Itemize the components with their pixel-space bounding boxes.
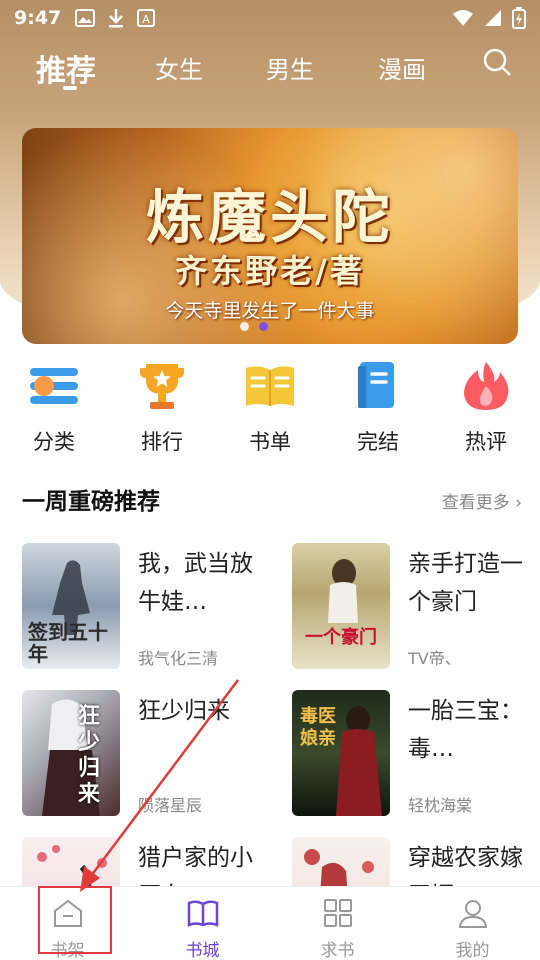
cover-figure-icon (304, 849, 374, 887)
shortcut-label: 排行 (141, 430, 183, 454)
finished-book-icon (358, 362, 394, 408)
nav-request-book[interactable]: 求书 (270, 887, 405, 960)
banner-author: 齐东野老/著 (175, 252, 365, 290)
book-list-icon (246, 366, 294, 406)
book-card[interactable]: 一个豪门 亲手打造一个豪门 TV帝、 (292, 543, 540, 671)
cover-text: 毒医娘亲 (300, 706, 336, 749)
trophy-icon (140, 364, 184, 409)
tab-male[interactable]: 男生 (266, 50, 314, 85)
shortcut-book-list[interactable]: 书单 (220, 360, 320, 456)
shortcut-ranking[interactable]: 排行 (112, 360, 212, 456)
nav-label: 书城 (185, 941, 220, 960)
cover-text: 一个豪门 (305, 627, 377, 648)
nav-label: 求书 (320, 941, 355, 960)
shortcut-finished[interactable]: 完结 (328, 360, 428, 456)
shortcut-label: 热评 (465, 430, 507, 454)
tab-female[interactable]: 女生 (155, 50, 203, 85)
book-card[interactable]: 猎户家的小厨女 (22, 837, 270, 887)
search-icon[interactable] (482, 47, 512, 77)
cover-text: 签到五十年 (28, 620, 108, 666)
cover-figure-icon (328, 559, 358, 623)
book-title: 一胎三宝：毒… (408, 698, 523, 762)
cover-figure-icon (37, 845, 107, 887)
banner-subtitle: 今天寺里发生了一件大事 (165, 300, 375, 322)
book-author: 陨落星辰 (138, 796, 203, 815)
book-cover (292, 837, 390, 887)
request-book-icon (323, 899, 352, 927)
book-author: TV帝、 (408, 649, 461, 668)
pager-dot[interactable] (240, 322, 249, 331)
book-card[interactable]: 穿越农家嫁恶婿 (292, 837, 540, 887)
book-author: 轻枕海棠 (408, 796, 473, 815)
nav-bookstore[interactable]: 书城 (135, 887, 270, 960)
profile-icon (458, 900, 487, 928)
battery-icon (512, 7, 526, 29)
book-cover: 毒医娘亲 (292, 690, 390, 816)
book-card[interactable]: 毒医娘亲 一胎三宝：毒… 轻枕海棠 (292, 690, 540, 818)
section-title: 一周重磅推荐 (22, 489, 160, 515)
highlight-box (38, 886, 112, 954)
book-title: 猎户家的小厨女 (138, 845, 253, 887)
tab-comics[interactable]: 漫画 (378, 50, 426, 85)
promo-banner[interactable]: 炼魔头陀 齐东野老/著 今天寺里发生了一件大事 (22, 128, 518, 344)
wifi-icon (453, 10, 473, 26)
nav-profile[interactable]: 我的 (405, 887, 540, 960)
signal-icon (485, 10, 501, 26)
book-title: 穿越农家嫁恶婿 (408, 845, 523, 887)
category-icon (30, 368, 78, 404)
tab-indicator (63, 86, 77, 90)
cover-text: 狂少归来 (78, 704, 101, 807)
tab-recommend[interactable]: 推荐 (36, 46, 96, 90)
category-shortcuts: 分类 排行 书单 完结 热评 (0, 360, 540, 460)
download-icon (109, 9, 124, 28)
book-title: 我，武当放牛娃… (138, 551, 253, 615)
shortcut-hot-comments[interactable]: 热评 (436, 360, 536, 456)
weekly-recommend-header: 一周重磅推荐 查看更多 › (22, 482, 522, 518)
book-cover: 签到五十年 (22, 543, 120, 669)
bookstore-icon (187, 900, 218, 927)
category-tabs: 推荐 女生 男生 漫画 (0, 40, 540, 100)
app-a-icon: A (137, 9, 156, 27)
pager-dot-active[interactable] (259, 322, 268, 331)
shortcut-category[interactable]: 分类 (4, 360, 104, 456)
book-card[interactable]: 签到五十年 我，武当放牛娃… 我气化三清 (22, 543, 270, 671)
flame-icon (464, 362, 509, 410)
book-title: 狂少归来 (138, 698, 230, 724)
book-card[interactable]: 狂少归来 狂少归来 陨落星辰 (22, 690, 270, 818)
banner-pager (240, 322, 268, 331)
status-time: 9:47 (14, 7, 62, 29)
book-cover (22, 837, 120, 887)
shortcut-label: 完结 (357, 430, 399, 454)
see-more-label: 查看更多 (441, 493, 510, 513)
book-author: 我气化三清 (138, 649, 219, 668)
svg-text:A: A (143, 13, 151, 26)
chevron-right-icon: › (515, 493, 522, 513)
image-notification-icon (75, 9, 96, 27)
see-more-link[interactable]: 查看更多 › (442, 488, 522, 513)
shortcut-label: 分类 (33, 430, 75, 454)
book-title: 亲手打造一个豪门 (408, 551, 523, 615)
nav-label: 我的 (455, 941, 490, 960)
book-cover: 狂少归来 (22, 690, 120, 816)
book-cover: 一个豪门 (292, 543, 390, 669)
banner-title: 炼魔头陀 (145, 183, 394, 251)
shortcut-label: 书单 (249, 430, 291, 454)
status-bar: 9:47 A (0, 0, 540, 36)
